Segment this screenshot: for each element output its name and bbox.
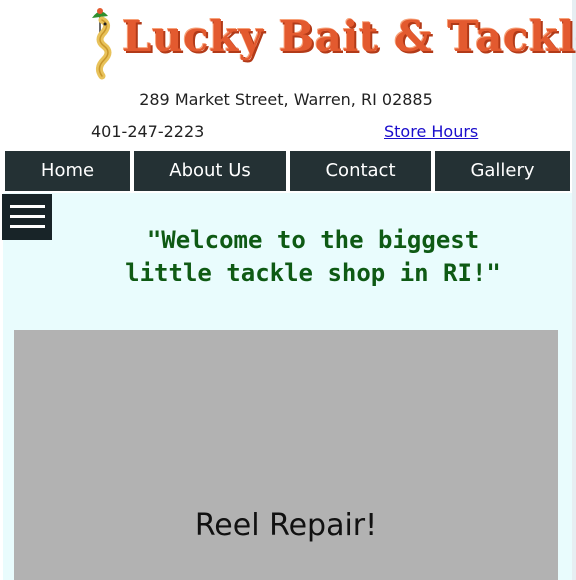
nav-contact[interactable]: Contact (290, 151, 431, 191)
worm-mascot-icon (92, 8, 112, 80)
logo-banner[interactable]: Lucky Bait & Tackle (36, 2, 576, 80)
hamburger-menu-icon[interactable] (2, 194, 52, 240)
store-phone: 401-247-2223 (91, 122, 205, 141)
nav-gallery[interactable]: Gallery (435, 151, 570, 191)
store-hours-link[interactable]: Store Hours (384, 122, 478, 141)
menu-bar-bottom (10, 225, 45, 228)
slideshow[interactable]: Reel Repair! (14, 330, 558, 580)
logo-text: Lucky Bait & Tackle (122, 12, 576, 61)
welcome-message: "Welcome to the biggest little tackle sh… (125, 226, 501, 287)
main-navigation: Home About Us Contact Gallery (5, 151, 571, 191)
menu-bar-middle (10, 215, 45, 218)
store-address: 289 Market Street, Warren, RI 02885 (139, 90, 433, 109)
slide-caption: Reel Repair! (194, 508, 378, 543)
nav-about-us[interactable]: About Us (134, 151, 286, 191)
nav-home[interactable]: Home (5, 151, 130, 191)
page-edge (572, 0, 576, 580)
menu-bar-top (10, 205, 45, 208)
